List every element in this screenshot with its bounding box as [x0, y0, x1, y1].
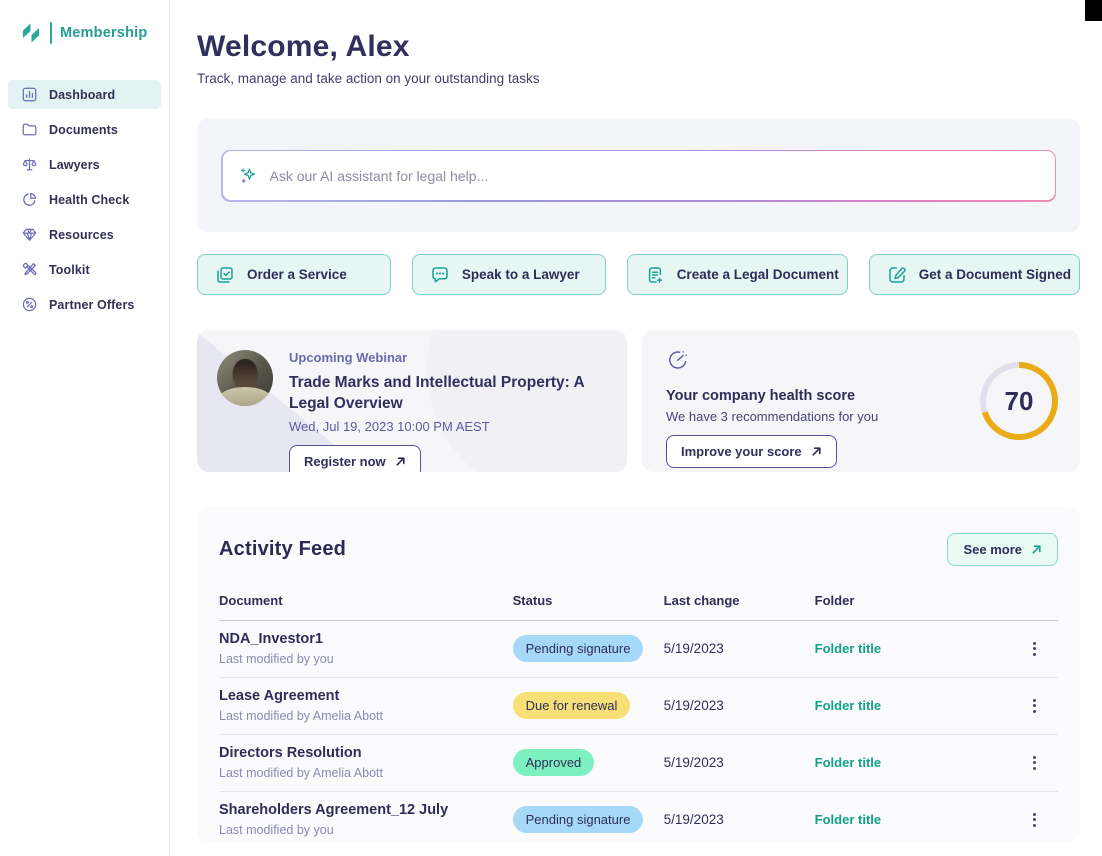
- health-score-ring: 70: [980, 362, 1058, 440]
- column-header-folder: Folder: [815, 593, 1016, 608]
- brand-logo[interactable]: Membership: [0, 22, 169, 44]
- webinar-content: Upcoming Webinar Trade Marks and Intelle…: [289, 350, 607, 452]
- row-menu-kebab-icon[interactable]: [1026, 752, 1044, 774]
- order-service-button[interactable]: Order a Service: [197, 254, 391, 295]
- percent-circle-icon: [21, 296, 38, 313]
- arrow-up-right-icon: [1031, 544, 1042, 555]
- sidebar-item-resources[interactable]: Resources: [8, 220, 161, 249]
- column-header-document: Document: [219, 593, 513, 608]
- screen-artifact: [1085, 0, 1102, 21]
- sidebar-item-dashboard[interactable]: Dashboard: [8, 80, 161, 109]
- row-menu-kebab-icon[interactable]: [1026, 809, 1044, 831]
- sparkle-icon: [239, 166, 259, 186]
- sidebar-item-documents[interactable]: Documents: [8, 115, 161, 144]
- page-title: Welcome, Alex: [197, 30, 1080, 64]
- register-now-button[interactable]: Register now: [289, 445, 421, 472]
- last-change-date: 5/19/2023: [664, 698, 815, 713]
- document-add-icon: [645, 265, 665, 285]
- column-header-last-change: Last change: [664, 593, 815, 608]
- folder-link[interactable]: Folder title: [815, 641, 1016, 656]
- row-menu-kebab-icon[interactable]: [1026, 638, 1044, 660]
- ai-assistant-input[interactable]: [270, 168, 1039, 184]
- document-name[interactable]: NDA_Investor1: [219, 631, 513, 647]
- health-score-card: Your company health score We have 3 reco…: [642, 330, 1080, 472]
- status-badge: Pending signature: [513, 635, 644, 662]
- document-name[interactable]: Lease Agreement: [219, 688, 513, 704]
- pie-chart-icon: [21, 191, 38, 208]
- document-modified-by: Last modified by you: [219, 652, 513, 666]
- webinar-datetime: Wed, Jul 19, 2023 10:00 PM AEST: [289, 419, 607, 434]
- sidebar-item-health-check[interactable]: Health Check: [8, 185, 161, 214]
- brand-logo-icon: [20, 22, 42, 44]
- activity-feed-title: Activity Feed: [219, 538, 346, 561]
- last-change-date: 5/19/2023: [664, 812, 815, 827]
- document-name[interactable]: Shareholders Agreement_12 July: [219, 802, 513, 818]
- page-subtitle: Track, manage and take action on your ou…: [197, 71, 1080, 86]
- get-document-signed-button[interactable]: Get a Document Signed: [869, 254, 1080, 295]
- status-badge: Pending signature: [513, 806, 644, 833]
- gem-icon: [21, 226, 38, 243]
- sidebar-nav: Dashboard Documents Lawyers Health Check: [0, 80, 169, 319]
- gauge-icon: [666, 348, 690, 372]
- last-change-date: 5/19/2023: [664, 641, 815, 656]
- improve-score-button[interactable]: Improve your score: [666, 435, 837, 468]
- table-row: NDA_Investor1 Last modified by you Pendi…: [219, 621, 1058, 678]
- table-row: Shareholders Agreement_12 July Last modi…: [219, 792, 1058, 848]
- signature-icon: [887, 265, 907, 285]
- column-header-status: Status: [513, 593, 664, 608]
- arrow-up-right-icon: [811, 446, 822, 457]
- order-service-icon: [215, 265, 235, 285]
- arrow-up-right-icon: [395, 456, 406, 467]
- status-badge: Due for renewal: [513, 692, 631, 719]
- webinar-eyebrow: Upcoming Webinar: [289, 350, 607, 365]
- sidebar-item-toolkit[interactable]: Toolkit: [8, 255, 161, 284]
- sidebar-item-lawyers[interactable]: Lawyers: [8, 150, 161, 179]
- tools-icon: [21, 261, 38, 278]
- create-legal-document-button[interactable]: Create a Legal Document: [627, 254, 848, 295]
- activity-feed-card: Activity Feed See more Document Status L…: [197, 507, 1080, 842]
- document-name[interactable]: Directors Resolution: [219, 745, 513, 761]
- folder-icon: [21, 121, 38, 138]
- ai-input-container: [223, 151, 1055, 200]
- quick-actions-row: Order a Service Speak to a Lawyer Create…: [197, 254, 1080, 295]
- cards-row: Upcoming Webinar Trade Marks and Intelle…: [197, 330, 1080, 472]
- last-change-date: 5/19/2023: [664, 755, 815, 770]
- document-modified-by: Last modified by Amelia Abott: [219, 766, 513, 780]
- table-row: Lease Agreement Last modified by Amelia …: [219, 678, 1058, 735]
- scales-icon: [21, 156, 38, 173]
- document-modified-by: Last modified by you: [219, 823, 513, 837]
- status-badge: Approved: [513, 749, 595, 776]
- ai-input-gradient-border: [221, 150, 1056, 202]
- chat-icon: [430, 265, 450, 285]
- see-more-button[interactable]: See more: [947, 533, 1058, 566]
- webinar-title: Trade Marks and Intellectual Property: A…: [289, 373, 607, 415]
- activity-feed-table: Document Status Last change Folder NDA_I…: [219, 593, 1058, 848]
- brand-name: Membership: [60, 25, 147, 41]
- folder-link[interactable]: Folder title: [815, 755, 1016, 770]
- speak-to-lawyer-button[interactable]: Speak to a Lawyer: [412, 254, 606, 295]
- document-modified-by: Last modified by Amelia Abott: [219, 709, 513, 723]
- logo-divider: [50, 22, 52, 44]
- activity-feed-header: Activity Feed See more: [219, 533, 1058, 566]
- row-menu-kebab-icon[interactable]: [1026, 695, 1044, 717]
- folder-link[interactable]: Folder title: [815, 812, 1016, 827]
- dashboard-icon: [21, 86, 38, 103]
- ai-assistant-panel: [197, 119, 1080, 232]
- sidebar: Membership Dashboard Documents Lawyers: [0, 0, 170, 856]
- webinar-speaker-avatar: [217, 350, 273, 406]
- folder-link[interactable]: Folder title: [815, 698, 1016, 713]
- table-row: Directors Resolution Last modified by Am…: [219, 735, 1058, 792]
- health-score-value: 70: [1005, 386, 1034, 417]
- main-content: Welcome, Alex Track, manage and take act…: [170, 0, 1102, 856]
- webinar-card: Upcoming Webinar Trade Marks and Intelle…: [197, 330, 627, 472]
- sidebar-item-partner-offers[interactable]: Partner Offers: [8, 290, 161, 319]
- table-header-row: Document Status Last change Folder: [219, 593, 1058, 621]
